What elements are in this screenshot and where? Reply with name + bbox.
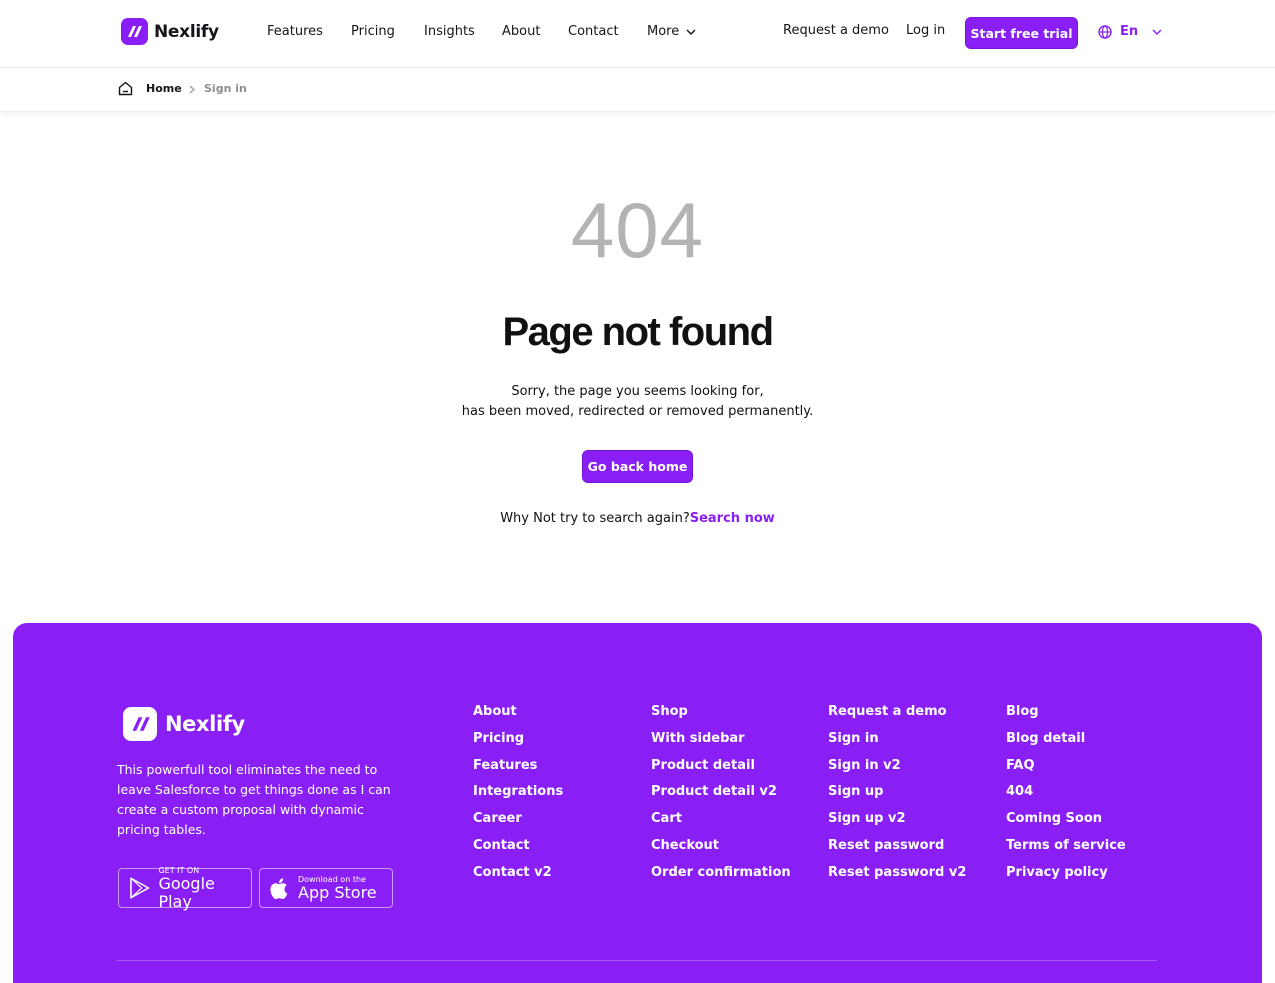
- footer-link[interactable]: Product detail: [651, 758, 791, 786]
- go-home-button[interactable]: Go back home: [582, 450, 693, 483]
- footer-link[interactable]: Request a demo: [828, 705, 966, 732]
- footer-link[interactable]: 404: [1006, 785, 1126, 812]
- footer-link[interactable]: Pricing: [473, 731, 563, 759]
- footer-link[interactable]: Sign in v2: [828, 758, 966, 786]
- footer-link[interactable]: Order confirmation: [651, 865, 791, 893]
- request-demo-link[interactable]: Request a demo: [783, 23, 889, 38]
- footer-column-1: About Pricing Features Integrations Care…: [473, 705, 563, 893]
- footer-link[interactable]: Reset password: [828, 839, 966, 866]
- google-play-icon: [130, 877, 150, 899]
- footer-link[interactable]: FAQ: [1006, 758, 1126, 786]
- nav-insights[interactable]: Insights: [424, 24, 475, 39]
- footer-link[interactable]: With sidebar: [651, 731, 791, 759]
- footer-link[interactable]: Contact: [473, 839, 563, 866]
- top-header: Nexlify Features Pricing Insights About …: [0, 0, 1275, 68]
- nav-contact[interactable]: Contact: [568, 24, 619, 39]
- home-icon[interactable]: [118, 81, 133, 96]
- login-link[interactable]: Log in: [906, 23, 945, 38]
- search-now-link[interactable]: Search now: [690, 511, 775, 526]
- breadcrumb-current: Sign in: [204, 82, 247, 95]
- error-code: 404: [570, 186, 705, 274]
- app-store-big: App Store: [298, 882, 377, 902]
- globe-icon: [1098, 24, 1112, 39]
- footer-link[interactable]: Terms of service: [1006, 839, 1126, 866]
- google-play-button[interactable]: GET IT ON Google Play: [118, 866, 252, 911]
- nav-features[interactable]: Features: [267, 24, 323, 39]
- footer-link[interactable]: Checkout: [651, 839, 791, 866]
- footer-link[interactable]: Shop: [651, 705, 791, 732]
- app-store-button[interactable]: Download on the App Store: [259, 868, 393, 908]
- start-trial-button[interactable]: Start free trial: [965, 17, 1078, 49]
- search-prompt: Why Not try to search again?Search now: [0, 511, 1275, 526]
- footer-link[interactable]: About: [473, 705, 563, 732]
- logo-mark-icon: [121, 18, 148, 45]
- chevron-down-icon: [686, 29, 696, 35]
- footer-divider: [117, 960, 1157, 961]
- error-description-line1: Sorry, the page you seems looking for,: [511, 384, 764, 399]
- language-label: En: [1120, 24, 1139, 39]
- search-prompt-text: Why Not try to search again?: [500, 511, 690, 526]
- footer-link[interactable]: Product detail v2: [651, 785, 791, 812]
- page-title: Page not found: [502, 310, 774, 354]
- footer-link[interactable]: Integrations: [473, 785, 563, 812]
- footer-description: This powerfull tool eliminates the need …: [117, 762, 391, 837]
- footer-link[interactable]: Reset password v2: [828, 865, 966, 893]
- footer-column-3: Request a demo Sign in Sign in v2 Sign u…: [828, 705, 966, 893]
- footer-logo-mark-icon: [123, 707, 157, 741]
- nav-more[interactable]: More: [647, 24, 696, 39]
- nav-about[interactable]: About: [502, 24, 540, 39]
- nav-pricing[interactable]: Pricing: [351, 24, 395, 39]
- footer-link[interactable]: Contact v2: [473, 865, 563, 893]
- footer-link[interactable]: Career: [473, 812, 563, 839]
- footer-column-2: Shop With sidebar Product detail Product…: [651, 705, 791, 893]
- footer-link[interactable]: Sign up: [828, 785, 966, 812]
- logo[interactable]: Nexlify: [121, 18, 219, 45]
- apple-icon: [270, 877, 288, 899]
- nav-more-label: More: [647, 24, 680, 39]
- footer-link[interactable]: Coming Soon: [1006, 812, 1126, 839]
- footer-logo-text: Nexlify: [165, 712, 245, 736]
- footer-link[interactable]: Sign up v2: [828, 812, 966, 839]
- footer-link[interactable]: Privacy policy: [1006, 865, 1126, 893]
- language-selector[interactable]: En: [1098, 24, 1162, 39]
- footer: Nexlify This powerfull tool eliminates t…: [13, 623, 1262, 983]
- footer-logo[interactable]: Nexlify: [123, 707, 245, 741]
- footer-link[interactable]: Sign in: [828, 731, 966, 759]
- footer-link[interactable]: Features: [473, 758, 563, 786]
- error-description-line2: has been moved, redirected or removed pe…: [461, 404, 814, 419]
- breadcrumb-home[interactable]: Home: [146, 82, 182, 95]
- google-play-big: Google Play: [158, 873, 215, 911]
- breadcrumb: Home Sign in: [0, 68, 1275, 112]
- footer-link[interactable]: Blog detail: [1006, 731, 1126, 759]
- footer-link[interactable]: Cart: [651, 812, 791, 839]
- footer-link[interactable]: Blog: [1006, 705, 1126, 732]
- chevron-right-icon: [189, 85, 195, 94]
- chevron-down-icon: [1152, 29, 1162, 35]
- footer-column-4: Blog Blog detail FAQ 404 Coming Soon Ter…: [1006, 705, 1126, 893]
- logo-text: Nexlify: [154, 21, 219, 42]
